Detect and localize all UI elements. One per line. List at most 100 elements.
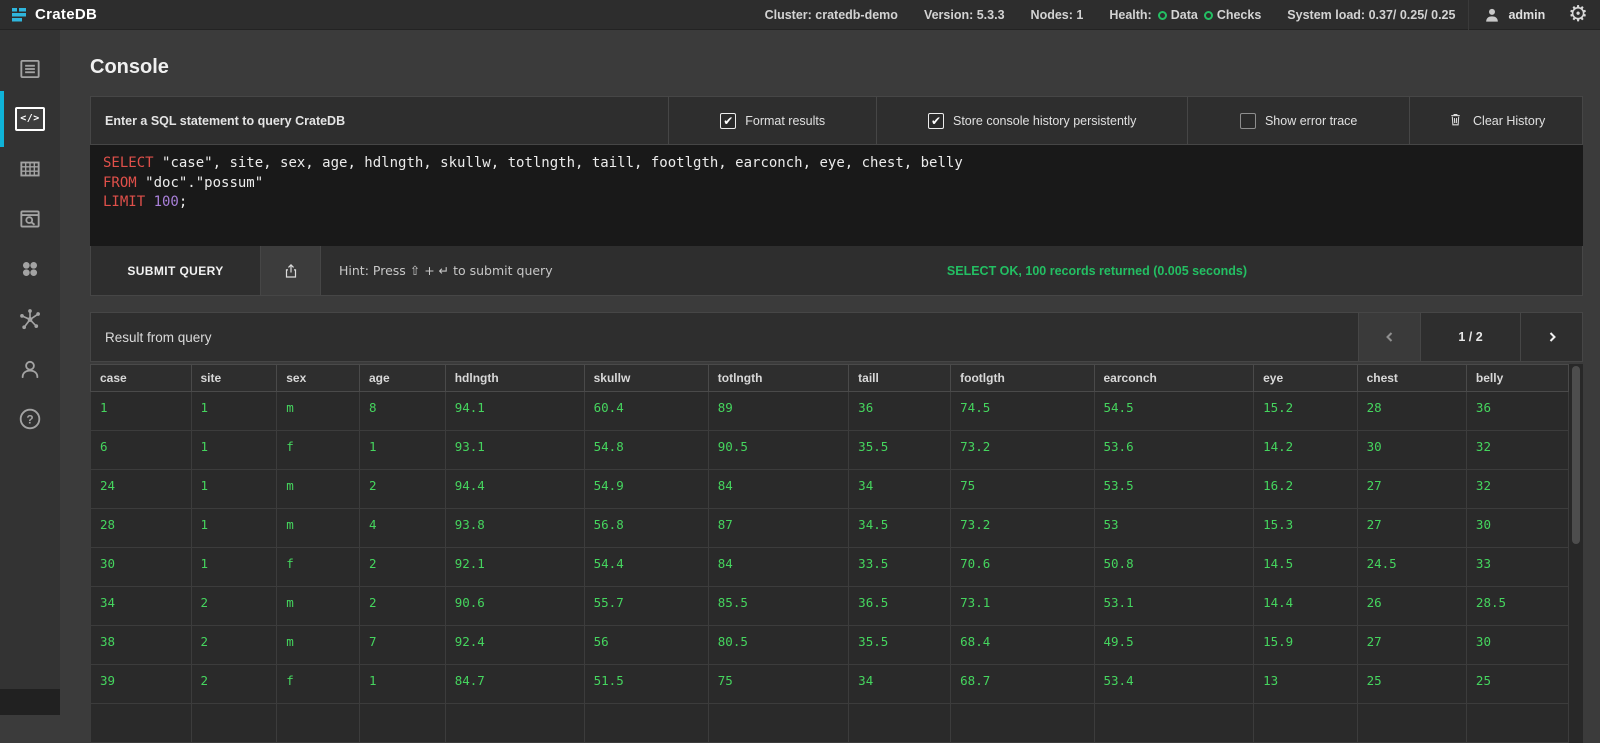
table-cell	[708, 704, 848, 743]
clear-history-button[interactable]: Clear History	[1409, 97, 1582, 144]
active-indicator	[0, 91, 4, 147]
app-logo[interactable]: CrateDB	[10, 6, 97, 24]
sidebar-item-shards[interactable]	[0, 194, 60, 244]
table-cell: 1	[191, 431, 277, 470]
checkbox-checked-icon[interactable]: ✔	[720, 113, 736, 129]
table-cell: 84.7	[445, 665, 584, 704]
table-cell: 28.5	[1466, 587, 1568, 626]
sidebar-item-overview[interactable]	[0, 44, 60, 94]
table-cell: f	[277, 665, 360, 704]
chevron-left-icon	[1383, 330, 1397, 344]
column-header-totlngth: totlngth	[708, 365, 848, 392]
table-cell	[951, 704, 1094, 743]
brand-name: CrateDB	[35, 6, 97, 23]
svg-text:?: ?	[26, 412, 33, 426]
table-cell: 53.6	[1094, 431, 1254, 470]
topbar: CrateDB Cluster: cratedb-demo Version: 5…	[0, 0, 1600, 30]
share-query-button[interactable]	[261, 246, 321, 295]
sidebar-item-privileges[interactable]	[0, 244, 60, 294]
table-cell	[849, 704, 951, 743]
table-cell: 53.1	[1094, 587, 1254, 626]
results-table-wrap: casesitesexagehdlngthskullwtotlngthtaill…	[90, 364, 1583, 743]
topbar-stats: Cluster: cratedb-demo Version: 5.3.3 Nod…	[752, 0, 1594, 30]
table-cell: 7	[359, 626, 445, 665]
option-format-results[interactable]: ✔Format results	[668, 97, 876, 144]
table-row: 61f193.154.890.535.573.253.614.23032	[91, 431, 1569, 470]
table-cell: 73.2	[951, 509, 1094, 548]
system-load-stat: System load: 0.37/ 0.25/ 0.25	[1274, 8, 1468, 22]
table-cell: 50.8	[1094, 548, 1254, 587]
overview-icon	[17, 56, 43, 82]
table-cell: 84	[708, 548, 848, 587]
table-cell: 32	[1466, 470, 1568, 509]
table-cell: 53.5	[1094, 470, 1254, 509]
sql-line: FROM "doc"."possum"	[103, 174, 1570, 194]
table-cell: 27	[1357, 626, 1466, 665]
option-show-error-trace[interactable]: Show error trace	[1187, 97, 1409, 144]
prev-page-button[interactable]	[1358, 313, 1420, 361]
table-body: 11m894.160.4893674.554.515.2283661f193.1…	[91, 392, 1569, 743]
table-cell: f	[277, 548, 360, 587]
table-cell: 94.1	[445, 392, 584, 431]
table-row: 281m493.856.88734.573.25315.32730	[91, 509, 1569, 548]
checkbox-checked-icon[interactable]: ✔	[928, 113, 944, 129]
table-cell: 39	[91, 665, 192, 704]
table-cell: 4	[359, 509, 445, 548]
sidebar-item-account[interactable]	[0, 344, 60, 394]
table-cell: 27	[1357, 509, 1466, 548]
table-cell: 1	[359, 431, 445, 470]
user-menu[interactable]: admin	[1468, 0, 1558, 30]
health-stat: Health:DataChecks	[1096, 8, 1274, 22]
trash-icon	[1447, 111, 1464, 131]
column-header-case: case	[91, 365, 192, 392]
table-cell: 2	[359, 587, 445, 626]
table-cell: 25	[1357, 665, 1466, 704]
table-row: 301f292.154.48433.570.650.814.524.533	[91, 548, 1569, 587]
table-cell: 90.6	[445, 587, 584, 626]
table-cell: 33.5	[849, 548, 951, 587]
table-cell: 51.5	[584, 665, 708, 704]
sidebar-item-tables[interactable]	[0, 144, 60, 194]
column-header-footlgth: footlgth	[951, 365, 1094, 392]
table-cell: 15.2	[1254, 392, 1357, 431]
share-icon	[282, 262, 300, 280]
chevron-right-icon	[1545, 330, 1559, 344]
table-cell: 2	[359, 548, 445, 587]
health-ok-icon	[1204, 11, 1213, 20]
table-cell	[277, 704, 360, 743]
sidebar-item-help[interactable]: ?	[0, 394, 60, 444]
table-cell: 93.8	[445, 509, 584, 548]
submit-query-button[interactable]: SUBMIT QUERY	[91, 246, 261, 295]
settings-button[interactable]: ⚙	[1558, 4, 1594, 26]
sidebar-item-cluster[interactable]	[0, 294, 60, 344]
table-scrollbar[interactable]	[1569, 364, 1583, 743]
sql-line: LIMIT 100;	[103, 193, 1570, 213]
sidebar-collapse-area[interactable]	[0, 689, 60, 715]
table-cell: 56.8	[584, 509, 708, 548]
table-cell: 14.5	[1254, 548, 1357, 587]
table-cell: 55.7	[584, 587, 708, 626]
option-store-console-history-persistently[interactable]: ✔Store console history persistently	[876, 97, 1187, 144]
table-cell: m	[277, 470, 360, 509]
table-cell: 36	[1466, 392, 1568, 431]
table-cell: 35.5	[849, 626, 951, 665]
checkbox-unchecked-icon[interactable]	[1240, 113, 1256, 129]
table-cell	[1466, 704, 1568, 743]
sidebar-item-console[interactable]: </>	[0, 94, 60, 144]
table-cell: 54.9	[584, 470, 708, 509]
sql-editor[interactable]: SELECT "case", site, sex, age, hdlngth, …	[90, 145, 1583, 246]
table-row: 382m792.45680.535.568.449.515.92730	[91, 626, 1569, 665]
account-icon	[17, 356, 43, 382]
table-cell: 36.5	[849, 587, 951, 626]
table-cell: 68.4	[951, 626, 1094, 665]
table-cell: 24	[91, 470, 192, 509]
table-cell: 53	[1094, 509, 1254, 548]
table-cell: 60.4	[584, 392, 708, 431]
table-cell: 68.7	[951, 665, 1094, 704]
next-page-button[interactable]	[1520, 313, 1582, 361]
column-header-earconch: earconch	[1094, 365, 1254, 392]
table-cell: 54.5	[1094, 392, 1254, 431]
scrollbar-thumb[interactable]	[1572, 366, 1580, 544]
table-cell: 87	[708, 509, 848, 548]
health-ok-icon	[1158, 11, 1167, 20]
